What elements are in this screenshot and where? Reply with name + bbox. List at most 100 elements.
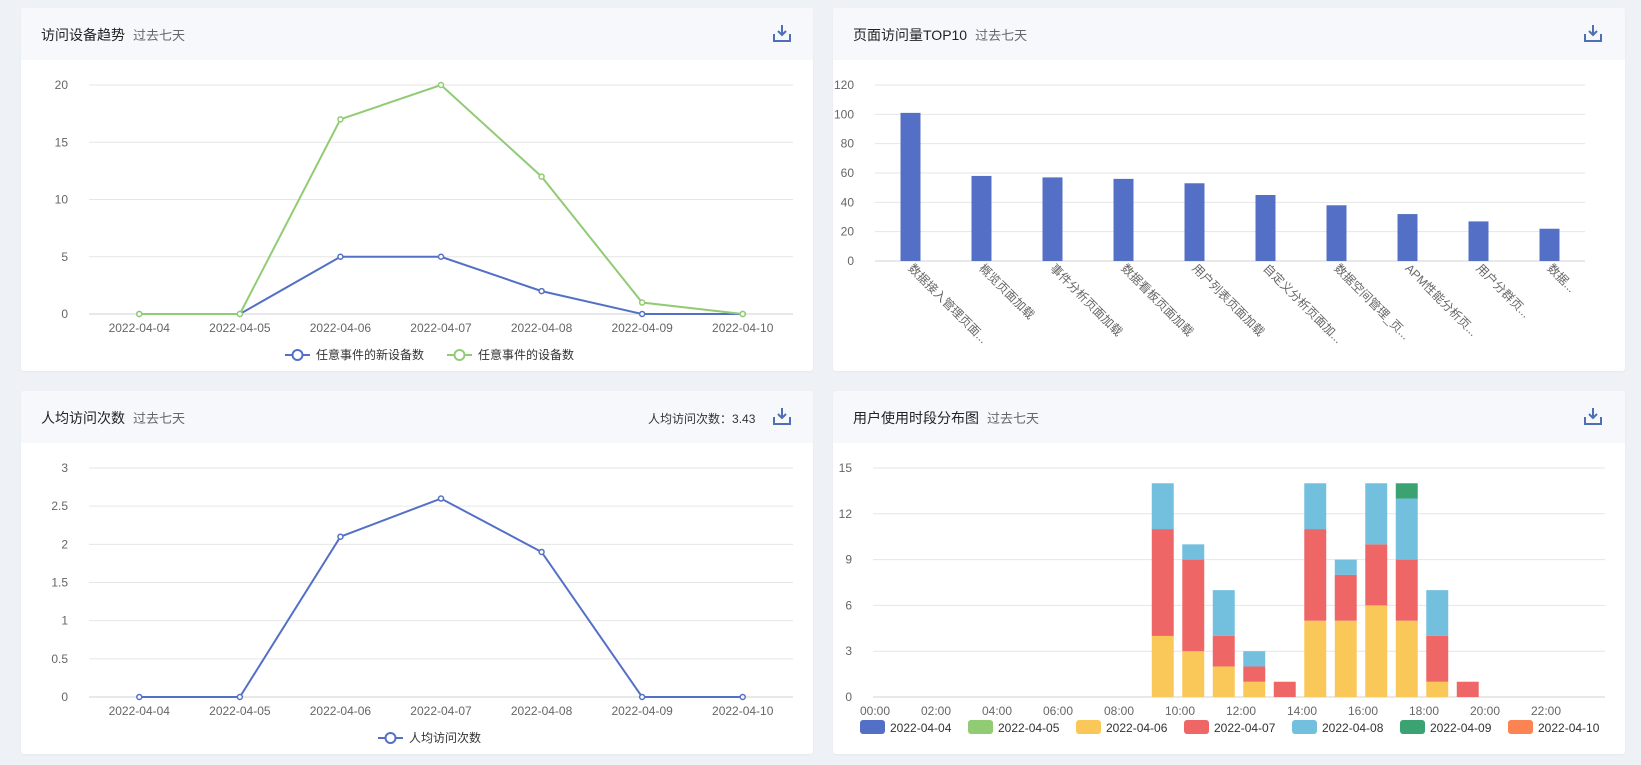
stacked-bar-segment xyxy=(1426,590,1449,636)
legend-label: 任意事件的新设备数 xyxy=(316,347,424,362)
x-tick-label: 02:00 xyxy=(921,704,951,718)
stacked-bar-segment xyxy=(1334,620,1357,697)
y-tick-label: 10 xyxy=(55,193,69,207)
card-title: 用户使用时段分布图 xyxy=(853,410,979,426)
card-title: 访问设备趋势 xyxy=(41,27,125,43)
y-tick-label: 0 xyxy=(847,254,854,268)
card-header: 人均访问次数 过去七天 人均访问次数：3.43 xyxy=(21,391,813,443)
legend-label: 2022-04-09 xyxy=(1430,721,1492,735)
data-point xyxy=(136,693,143,701)
legend-label: 人均访问次数 xyxy=(409,730,481,745)
legend-swatch xyxy=(1292,720,1317,734)
y-tick-label: 15 xyxy=(55,135,69,149)
data-point xyxy=(136,310,143,318)
y-tick-label: 9 xyxy=(845,553,852,567)
y-tick-label: 0 xyxy=(845,690,852,704)
legend-marker xyxy=(384,732,397,744)
stacked-bar-segment xyxy=(1243,681,1266,697)
y-tick-label: 3 xyxy=(61,461,68,475)
bar xyxy=(1113,178,1134,261)
card-subtitle: 过去七天 xyxy=(987,411,1040,426)
stacked-bar-segment xyxy=(1456,681,1479,697)
bar xyxy=(1184,183,1205,261)
data-point xyxy=(437,495,445,502)
bar xyxy=(971,175,992,261)
legend-label: 2022-04-04 xyxy=(890,721,952,735)
card-header: 用户使用时段分布图 过去七天 xyxy=(833,391,1625,443)
x-tick-label: 数据空间管理_页... xyxy=(1331,261,1413,343)
x-tick-label: 16:00 xyxy=(1348,704,1378,718)
y-tick-label: 20 xyxy=(841,225,855,239)
y-tick-label: 0 xyxy=(61,690,68,704)
metric-value: 3.43 xyxy=(732,412,756,426)
x-tick-label: 2022-04-06 xyxy=(310,704,372,718)
stacked-bar-segment xyxy=(1212,666,1235,697)
download-icon[interactable] xyxy=(771,405,793,427)
avg-visits-chart: 0 0.5 1 1.5 2 2.5 3 2022-04-04 2022-04-05 2022-04… xyxy=(51,461,793,745)
y-tick-label: 1.5 xyxy=(51,576,68,590)
data-point xyxy=(638,310,646,318)
x-tick-label: 2022-04-04 xyxy=(109,704,171,718)
bar xyxy=(1397,214,1418,261)
data-point xyxy=(739,693,746,701)
data-point xyxy=(638,299,646,306)
data-point xyxy=(437,81,445,89)
data-point xyxy=(337,533,344,540)
x-tick-label: 00:00 xyxy=(860,704,890,718)
y-tick-label: 2 xyxy=(61,537,68,551)
x-tick-label: 22:00 xyxy=(1531,704,1561,718)
data-point xyxy=(739,310,746,318)
stacked-bar-segment xyxy=(1426,681,1449,697)
download-icon[interactable] xyxy=(771,22,793,44)
stacked-bar-segment xyxy=(1212,590,1235,636)
avg-visits-card: 人均访问次数 过去七天 人均访问次数：3.43 0 0.5 1 1.5 2 2.5 3 2022… xyxy=(21,391,813,754)
stacked-bar-segment xyxy=(1273,681,1296,697)
x-tick-label: 2022-04-09 xyxy=(611,704,673,718)
x-tick-label: 2022-04-05 xyxy=(209,704,271,718)
card-title: 人均访问次数 xyxy=(41,410,125,426)
legend-swatch xyxy=(1076,720,1101,734)
x-tick-label: 2022-04-08 xyxy=(511,704,573,718)
data-point xyxy=(437,253,445,260)
card-header: 访问设备趋势 过去七天 xyxy=(21,8,813,60)
y-tick-label: 60 xyxy=(841,166,855,180)
legend-marker xyxy=(453,349,466,361)
x-tick-label: 自定义分析页面加... xyxy=(1260,261,1346,347)
card-subtitle: 过去七天 xyxy=(133,411,186,426)
x-tick-label: 18:00 xyxy=(1409,704,1439,718)
y-tick-label: 12 xyxy=(839,507,853,521)
x-tick-label: 2022-04-10 xyxy=(712,704,774,718)
bar xyxy=(900,112,921,261)
x-tick-label: 10:00 xyxy=(1165,704,1195,718)
x-tick-label: 04:00 xyxy=(982,704,1012,718)
stacked-bar-segment xyxy=(1243,651,1266,667)
y-tick-label: 100 xyxy=(834,107,854,121)
y-tick-label: 0.5 xyxy=(51,652,68,666)
stacked-bar-segment xyxy=(1304,529,1327,621)
download-icon[interactable] xyxy=(1582,22,1604,44)
legend-label: 任意事件的设备数 xyxy=(478,347,574,362)
legend-swatch xyxy=(968,720,993,734)
legend-swatch xyxy=(860,720,885,734)
data-point xyxy=(638,693,646,701)
page-views-top10-card: 页面访问量TOP10 过去七天 0 20 40 60 80 100 120 数据接入管理页面..… xyxy=(833,8,1625,371)
legend-label: 2022-04-05 xyxy=(998,721,1060,735)
card-title: 页面访问量TOP10 xyxy=(853,27,968,43)
x-tick-label: 数据... xyxy=(1544,261,1579,296)
x-tick-label: APM性能分析页... xyxy=(1402,261,1480,339)
bar xyxy=(1539,228,1560,261)
x-tick-label: 2022-04-04 xyxy=(109,321,171,335)
usage-hours-card: 用户使用时段分布图 过去七天 0 3 6 9 12 15 00:00 02:00 04:00 06:… xyxy=(833,391,1625,754)
series-line xyxy=(139,255,743,315)
stacked-bar-segment xyxy=(1426,635,1449,682)
download-icon[interactable] xyxy=(1582,405,1604,427)
stacked-bar-segment xyxy=(1395,483,1418,499)
stacked-bar-segment xyxy=(1151,529,1174,636)
y-tick-label: 2.5 xyxy=(51,499,68,513)
stacked-bar-segment xyxy=(1151,635,1174,697)
x-tick-label: 2022-04-06 xyxy=(310,321,372,335)
legend-swatch xyxy=(1508,720,1533,734)
stacked-bar-segment xyxy=(1182,544,1205,560)
y-tick-label: 6 xyxy=(845,598,852,612)
x-tick-label: 2022-04-10 xyxy=(712,321,774,335)
